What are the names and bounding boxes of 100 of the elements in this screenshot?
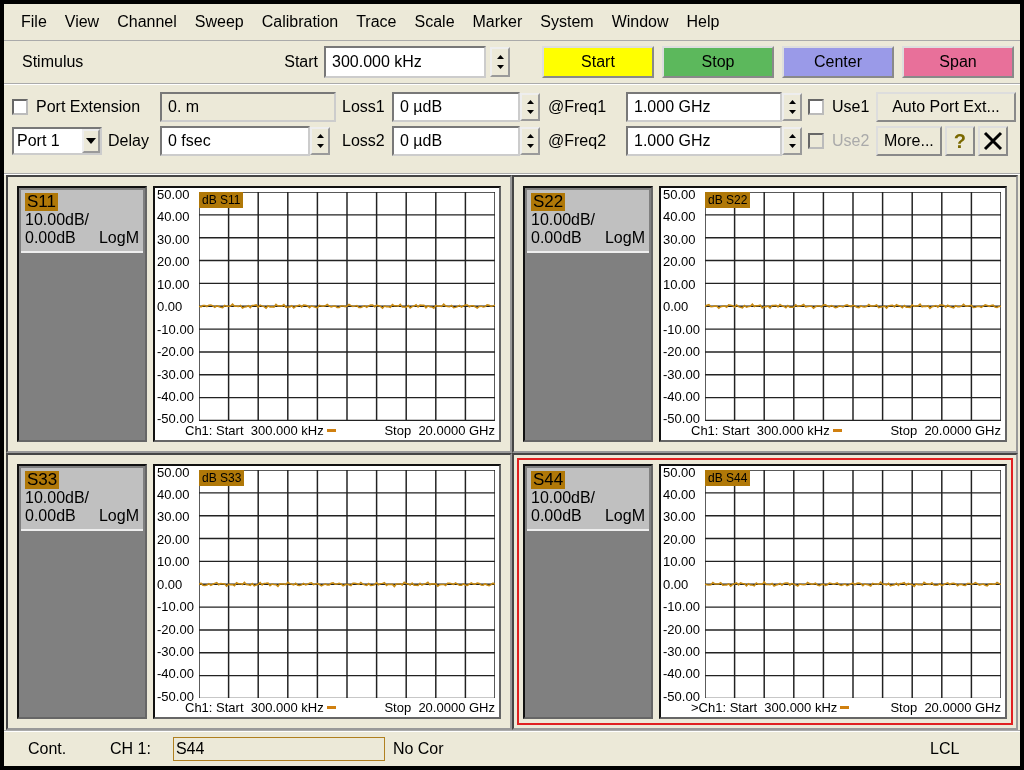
stimulus-button[interactable]: Stop xyxy=(662,46,774,78)
sweep-mode-text: Cont. xyxy=(28,740,68,758)
auto-port-extension-button[interactable]: Auto Port Ext... xyxy=(876,92,1016,122)
spin-button[interactable] xyxy=(520,93,540,121)
close-button[interactable] xyxy=(977,126,1008,156)
y-tick-label: 20.00 xyxy=(157,255,191,269)
y-tick-label: 0.00 xyxy=(157,577,184,591)
y-tick-label: 20.00 xyxy=(157,532,191,546)
y-tick-label: -30.00 xyxy=(663,367,701,381)
format-text: LogM xyxy=(98,506,139,525)
menu-item[interactable]: View xyxy=(55,13,109,31)
channel-text: CH 1: xyxy=(110,740,151,758)
y-tick-label: 10.00 xyxy=(663,277,697,291)
spin-button[interactable] xyxy=(782,127,802,155)
start-frequency-text: >Ch1: Start 300.000 kHz xyxy=(691,700,838,715)
frequency-label: @Freq1 xyxy=(547,98,608,116)
menu-item[interactable]: Help xyxy=(677,13,729,31)
correction-text: No Cor xyxy=(392,740,445,758)
y-tick-label: -10.00 xyxy=(157,600,195,614)
y-tick-label: -30.00 xyxy=(157,645,195,658)
channel-pane[interactable]: S44 10.00dB/ 0.00dB LogM 50.00 40.00 30.00 20.00 10.00 0.00 -10.00 -20.00 -30.00 -40.00 -50.00 dB S44 >Ch1: Start 300.000 kHz Stop 20.0000 GHz xyxy=(517,457,1013,725)
y-tick-label: 20.00 xyxy=(663,532,697,546)
marker-icon xyxy=(832,428,842,432)
help-button[interactable]: ? xyxy=(944,126,975,156)
menu-item[interactable]: File xyxy=(12,13,56,31)
stop-frequency-text: Stop 20.0000 GHz xyxy=(384,700,495,715)
y-tick-label: -10.00 xyxy=(157,322,195,336)
checkbox-label: Use2 xyxy=(832,132,870,150)
spin-button[interactable] xyxy=(782,93,802,121)
y-tick-label: -40.00 xyxy=(157,667,195,681)
y-tick-label: 50.00 xyxy=(157,465,191,479)
trace-name: S11 xyxy=(25,193,58,211)
checkbox-label: Port Extension xyxy=(36,98,141,116)
scale-text: 10.00dB/ xyxy=(25,488,91,507)
close-icon xyxy=(982,131,1003,151)
y-tick-label: 0.00 xyxy=(663,577,690,591)
trace-name: S33 xyxy=(25,470,60,489)
length-field: 0. m xyxy=(160,92,336,122)
checkbox[interactable] xyxy=(808,99,824,115)
stimulus-button[interactable]: Span xyxy=(902,46,1014,78)
checkbox-label: Use1 xyxy=(832,98,870,116)
loss-label: Loss1 xyxy=(341,98,386,116)
y-tick-label: 10.00 xyxy=(157,555,191,569)
y-tick-label: -10.00 xyxy=(663,322,701,336)
remote-status-text: LCL xyxy=(930,740,961,758)
active-trace-field: S44 xyxy=(172,737,385,761)
trace-label: dB S11 xyxy=(199,192,244,208)
y-tick-label: 30.00 xyxy=(663,232,697,246)
reference-text: 0.00dB xyxy=(25,506,76,525)
delay-field[interactable]: 0 fsec xyxy=(160,126,310,156)
trace-name: S44 xyxy=(531,470,566,489)
more-button[interactable]: More... xyxy=(876,126,942,156)
stimulus-button[interactable]: Center xyxy=(782,46,894,78)
y-tick-label: 40.00 xyxy=(663,487,697,501)
port-dropdown[interactable]: Port 1 xyxy=(12,127,102,155)
start-frequency-text: Ch1: Start 300.000 kHz xyxy=(185,700,324,715)
y-tick-label: 50.00 xyxy=(663,465,697,479)
menu-item[interactable]: Scale xyxy=(405,13,464,31)
spin-button[interactable] xyxy=(310,127,330,155)
y-tick-label: 10.00 xyxy=(157,277,191,291)
frequency-field[interactable]: 1.000 GHz xyxy=(626,92,782,122)
y-tick-label: -20.00 xyxy=(663,622,701,636)
loss-field[interactable]: 0 µdB xyxy=(392,126,520,156)
y-tick-label: 0.00 xyxy=(157,300,184,314)
scale-text: 10.00dB/ xyxy=(531,488,597,507)
spin-button[interactable] xyxy=(520,127,540,155)
loss-label: Loss2 xyxy=(341,132,386,150)
y-tick-label: 40.00 xyxy=(663,210,697,224)
frequency-field[interactable]: 1.000 GHz xyxy=(626,126,782,156)
spin-button[interactable] xyxy=(490,47,510,77)
stop-frequency-text: Stop 20.0000 GHz xyxy=(890,422,1001,438)
marker-icon xyxy=(326,706,336,709)
start-field[interactable]: 300.000 kHz xyxy=(324,46,486,78)
menu-item[interactable]: Trace xyxy=(347,13,406,31)
y-tick-label: -40.00 xyxy=(663,667,701,681)
y-tick-label: 50.00 xyxy=(157,188,191,201)
stimulus-button[interactable]: Start xyxy=(542,46,654,78)
scale-text: 10.00dB/ xyxy=(531,211,597,229)
y-tick-label: 10.00 xyxy=(663,555,697,569)
y-tick-label: -40.00 xyxy=(157,389,195,403)
menu-item[interactable]: Sweep xyxy=(185,13,253,31)
loss-field[interactable]: 0 µdB xyxy=(392,92,520,122)
menu-item[interactable]: Marker xyxy=(463,13,532,31)
y-tick-label: -30.00 xyxy=(663,645,701,658)
y-tick-label: -20.00 xyxy=(157,622,195,636)
scale-text: 10.00dB/ xyxy=(25,211,91,229)
menu-item[interactable]: Channel xyxy=(108,13,186,31)
menu-item[interactable]: Window xyxy=(602,13,678,31)
menu-item[interactable]: System xyxy=(531,13,603,31)
y-tick-label: 0.00 xyxy=(663,300,690,314)
y-tick-label: -50.00 xyxy=(663,689,700,703)
field-label: Start xyxy=(284,53,318,71)
y-tick-label: 40.00 xyxy=(157,210,191,224)
reference-text: 0.00dB xyxy=(531,506,582,525)
y-tick-label: -20.00 xyxy=(663,345,701,359)
trace-label: dB S22 xyxy=(705,192,751,208)
caret-icon xyxy=(86,138,96,144)
checkbox[interactable] xyxy=(12,99,28,115)
menu-item[interactable]: Calibration xyxy=(252,13,348,31)
y-tick-label: 30.00 xyxy=(157,510,191,524)
